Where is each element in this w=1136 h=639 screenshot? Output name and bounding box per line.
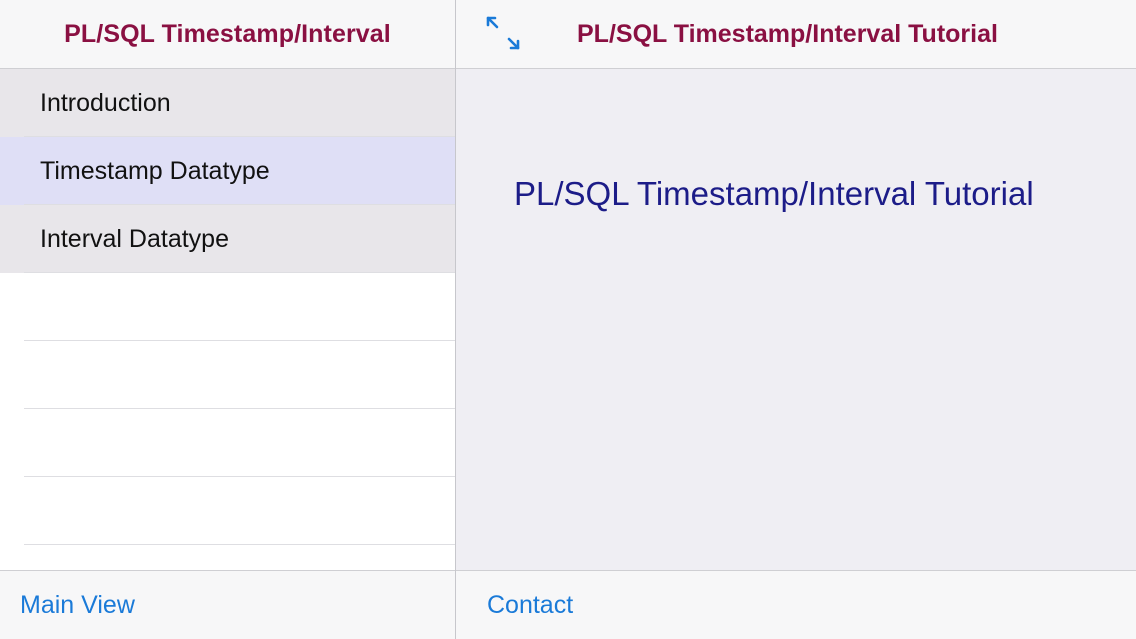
detail-pane: PL/SQL Timestamp/Interval Tutorial PL/SQ…: [456, 0, 1136, 639]
detail-toolbar: Contact: [456, 570, 1136, 639]
master-pane: PL/SQL Timestamp/Interval Introduction T…: [0, 0, 455, 639]
detail-navigation-bar: PL/SQL Timestamp/Interval Tutorial: [456, 0, 1136, 69]
list-item-introduction[interactable]: Introduction: [0, 69, 455, 137]
split-view-app: PL/SQL Timestamp/Interval Introduction T…: [0, 0, 1136, 639]
content-heading: PL/SQL Timestamp/Interval Tutorial: [514, 175, 1034, 212]
list-item-label: Interval Datatype: [40, 224, 229, 253]
empty-row: [0, 341, 455, 409]
list-item-label: Introduction: [40, 88, 171, 117]
master-toolbar: Main View: [0, 570, 455, 639]
list-item-timestamp-datatype[interactable]: Timestamp Datatype: [0, 137, 455, 205]
empty-row: [0, 477, 455, 545]
main-view-button[interactable]: Main View: [20, 591, 135, 620]
detail-title: PL/SQL Timestamp/Interval Tutorial: [577, 20, 998, 48]
expand-arrows-icon[interactable]: [484, 14, 522, 52]
master-title: PL/SQL Timestamp/Interval: [64, 19, 391, 48]
detail-content: PL/SQL Timestamp/Interval Tutorial: [456, 69, 1136, 570]
topic-list: Introduction Timestamp Datatype Interval…: [0, 69, 455, 545]
master-navigation-bar: PL/SQL Timestamp/Interval: [0, 0, 455, 69]
list-item-label: Timestamp Datatype: [40, 156, 270, 185]
list-item-interval-datatype[interactable]: Interval Datatype: [0, 205, 455, 273]
empty-row: [0, 273, 455, 341]
empty-row: [0, 409, 455, 477]
contact-button[interactable]: Contact: [487, 591, 573, 620]
